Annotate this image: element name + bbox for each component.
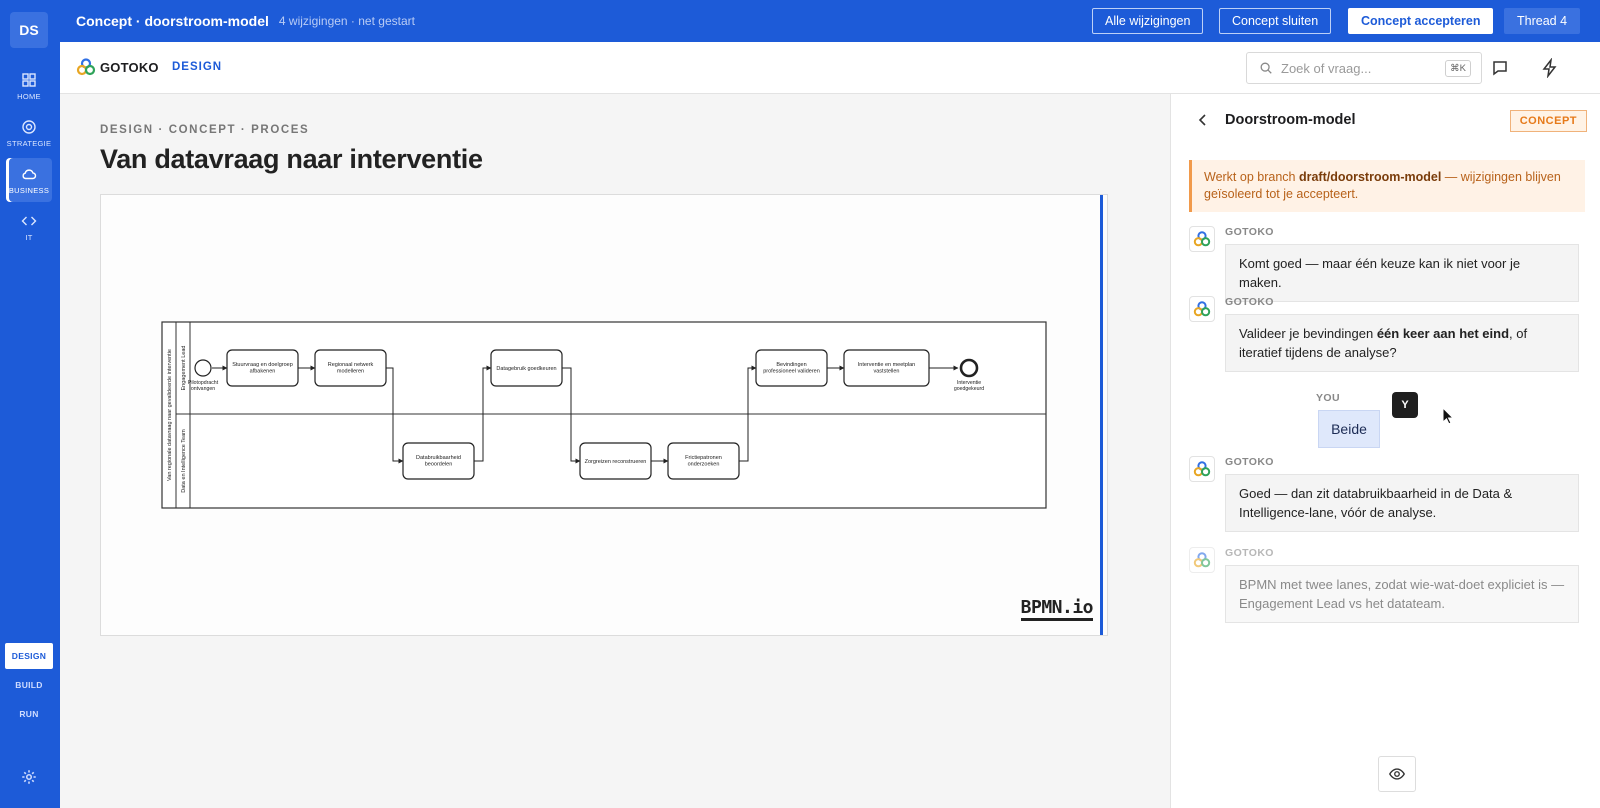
- chat-panel: Doorstroom-model CONCEPT Werkt op branch…: [1170, 94, 1600, 808]
- task-regionaal-netwerk[interactable]: Regionaal netwerk modelleren: [314, 349, 387, 387]
- nav-business-label: BUSINESS: [8, 185, 50, 195]
- message-bubble: BPMN met twee lanes, zodat wie-wat-doet …: [1225, 565, 1579, 623]
- nav-home-label: HOME: [17, 91, 41, 101]
- main-content: DESIGN · CONCEPT · PROCES Van datavraag …: [60, 94, 1170, 808]
- left-rail: DS HOME STRATEGIE BUSINESS IT DESIGN BUI…: [0, 0, 60, 808]
- eye-icon: [1389, 768, 1405, 780]
- nav-business[interactable]: BUSINESS: [6, 158, 52, 202]
- bpmn-canvas[interactable]: Van regionale datavraag naar gevalideerd…: [100, 194, 1108, 636]
- lightning-icon[interactable]: [1540, 58, 1560, 78]
- nav-strategie-label: STRATEGIE: [6, 138, 52, 148]
- warning-text-pre: Werkt op branch: [1204, 170, 1299, 184]
- settings-icon[interactable]: [20, 768, 38, 786]
- app-header: GOTOKO DESIGN Zoek of vraag... ⌘K: [60, 42, 1600, 94]
- mode-build[interactable]: BUILD: [5, 672, 53, 698]
- start-event[interactable]: [194, 359, 212, 377]
- lane-label-data-team: Data en Intelligence Team: [181, 429, 187, 493]
- mode-run[interactable]: RUN: [5, 701, 53, 727]
- message-bubble: Valideer je bevindingen één keer aan het…: [1225, 314, 1579, 372]
- all-changes-button[interactable]: Alle wijzigingen: [1092, 8, 1204, 34]
- concept-title: Concept · doorstroom-model: [76, 13, 269, 29]
- task-databruikbaarheid[interactable]: Databruikbaarheid beoordelen: [402, 442, 475, 480]
- lane-label-engagement: Engagement Lead: [181, 346, 187, 391]
- gotoko-avatar: [1189, 547, 1215, 573]
- branch-warning: Werkt op branch draft/doorstroom-model —…: [1189, 160, 1585, 212]
- panel-title: Doorstroom-model: [1225, 112, 1356, 128]
- user-avatar-y: Y: [1392, 392, 1418, 418]
- nav-home[interactable]: HOME: [6, 64, 52, 108]
- panel-header: Doorstroom-model CONCEPT: [1171, 94, 1600, 146]
- canvas-selection-bar: [1100, 195, 1103, 635]
- sender-name: GOTOKO: [1225, 456, 1274, 468]
- svg-text:Datagebruik goedkeuren: Datagebruik goedkeuren: [496, 366, 556, 372]
- message-text-pre: Valideer je bevindingen: [1239, 326, 1377, 341]
- code-icon: [21, 216, 37, 225]
- start-event-label: Pilotopdracht ontvangen: [188, 380, 219, 392]
- search-input[interactable]: Zoek of vraag... ⌘K: [1246, 52, 1482, 84]
- cloud-icon: [22, 168, 37, 179]
- sender-name: GOTOKO: [1225, 547, 1274, 559]
- sender-name: GOTOKO: [1225, 296, 1274, 308]
- close-concept-button[interactable]: Concept sluiten: [1219, 8, 1332, 34]
- grid-icon: [22, 72, 36, 87]
- gotoko-avatar: [1189, 456, 1215, 482]
- task-zorgreizen[interactable]: Zorgreizen reconstrueren: [579, 442, 652, 480]
- search-shortcut: ⌘K: [1445, 60, 1471, 77]
- bpmn-io-logo[interactable]: BPMN.io: [1020, 599, 1094, 621]
- gotoko-avatar: [1189, 226, 1215, 252]
- gotoko-logo[interactable]: GOTOKO: [76, 57, 159, 77]
- task-interventie[interactable]: Interventie en meetplan vaststellen: [843, 349, 930, 387]
- task-stuurvraag[interactable]: Stuurvraag en doelgroep afbakenen: [226, 349, 299, 387]
- search-icon: [1260, 62, 1272, 74]
- gotoko-logo-icon: [1193, 552, 1211, 568]
- nav-it[interactable]: IT: [6, 205, 52, 249]
- svg-text:Zorgreizen reconstrueren: Zorgreizen reconstrueren: [585, 459, 647, 465]
- target-icon: [22, 119, 36, 134]
- warning-branch: draft/doorstroom-model: [1298, 170, 1442, 184]
- concept-badge: CONCEPT: [1509, 110, 1587, 132]
- user-sender-name: YOU: [1316, 392, 1340, 404]
- gotoko-logo-icon: [1193, 231, 1211, 247]
- task-bevindingen[interactable]: Bevindingen professioneel valideren: [755, 349, 828, 387]
- chevron-left-icon[interactable]: [1195, 112, 1211, 128]
- user-message-bubble: Beide: [1318, 410, 1380, 448]
- chat-icon[interactable]: [1490, 58, 1510, 78]
- nav-it-label: IT: [25, 232, 33, 242]
- gotoko-logo-icon: [1193, 461, 1211, 477]
- end-event[interactable]: [959, 358, 979, 378]
- accept-concept-button[interactable]: Concept accepteren: [1348, 8, 1494, 34]
- thread-button[interactable]: Thread 4: [1504, 8, 1581, 34]
- sender-name: GOTOKO: [1225, 226, 1274, 238]
- gotoko-logo-text: GOTOKO: [100, 59, 159, 75]
- nav-strategie[interactable]: STRATEGIE: [6, 111, 52, 155]
- user-avatar[interactable]: DS: [10, 12, 48, 48]
- preview-button[interactable]: [1378, 756, 1416, 792]
- gotoko-avatar: [1189, 296, 1215, 322]
- breadcrumb: DESIGN · CONCEPT · PROCES: [100, 124, 310, 136]
- message-bubble: Goed — dan zit databruikbaarheid in de D…: [1225, 474, 1579, 532]
- message-bubble: Komt goed — maar één keuze kan ik niet v…: [1225, 244, 1579, 302]
- gotoko-logo-icon: [76, 58, 96, 76]
- mouse-cursor-icon: [1442, 407, 1454, 425]
- end-event-label: Interventie goedgekeurd: [954, 380, 984, 392]
- concept-subtitle: 4 wijzigingen · net gestart: [278, 14, 415, 28]
- mode-design[interactable]: DESIGN: [5, 643, 53, 669]
- svg-text:Frictiepatronenonderzoeken: Frictiepatronen onderzoeken: [685, 455, 722, 468]
- section-label: DESIGN: [172, 61, 223, 73]
- page-title: Van datavraag naar interventie: [100, 144, 483, 174]
- bpmn-diagram[interactable]: Van regionale datavraag naar gevalideerd…: [161, 321, 1047, 511]
- search-placeholder: Zoek of vraag...: [1281, 60, 1372, 76]
- pool-label: Van regionale datavraag naar gevalideerd…: [167, 349, 173, 481]
- task-datagebruik[interactable]: Datagebruik goedkeuren: [490, 349, 563, 387]
- gotoko-logo-icon: [1193, 301, 1211, 317]
- message-text-bold: één keer aan het eind: [1376, 326, 1510, 341]
- task-frictiepatronen[interactable]: Frictiepatronen onderzoeken: [667, 442, 740, 480]
